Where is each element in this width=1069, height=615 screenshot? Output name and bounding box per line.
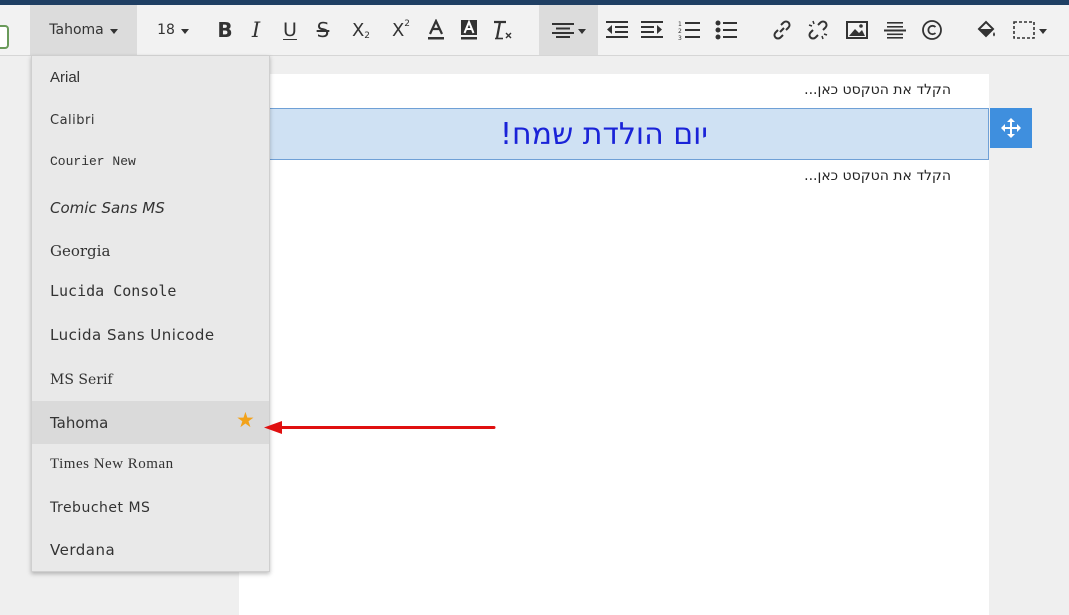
copyright-icon [922, 20, 942, 40]
background-color-button[interactable] [457, 5, 481, 55]
move-icon [1001, 118, 1021, 138]
bold-button[interactable]: B [212, 5, 238, 55]
chevron-down-icon [1039, 28, 1047, 34]
subscript-mark: 2 [364, 31, 371, 41]
heading-text[interactable]: יום הולדת שמח! [500, 117, 728, 152]
font-option-verdana[interactable]: Verdana [32, 528, 269, 571]
border-dashed-icon [1013, 21, 1035, 39]
superscript-icon: X [391, 19, 405, 41]
special-character-button[interactable] [919, 5, 945, 55]
align-center-icon [551, 23, 574, 38]
font-option-arial[interactable]: Arial [32, 56, 269, 99]
superscript-button[interactable]: X2 [386, 5, 416, 55]
placeholder-text-top[interactable]: הקלד את הטקסט כאן... [804, 82, 951, 98]
chevron-down-icon [109, 28, 118, 34]
paint-bucket-icon [977, 20, 995, 38]
heading-block[interactable]: יום הולדת שמח! [239, 108, 989, 160]
font-family-menu: Arial Calibri Courier New Comic Sans MS … [31, 55, 270, 572]
align-center-dropdown[interactable] [539, 5, 598, 55]
insert-link-button[interactable] [769, 5, 795, 55]
bold-icon: B [217, 18, 233, 42]
font-option-label: Georgia [50, 241, 111, 260]
clear-format-button[interactable] [490, 5, 516, 55]
clear-format-icon [494, 20, 512, 40]
font-option-times-new-roman[interactable]: Times New Roman [32, 443, 269, 486]
font-option-label: MS Serif [50, 371, 113, 388]
bulleted-list-icon [715, 20, 737, 40]
subscript-button[interactable]: X2 [346, 5, 376, 55]
font-size-dropdown[interactable]: 18 [147, 5, 199, 55]
font-option-courier-new[interactable]: Courier New [32, 140, 269, 183]
editor-toolbar: Tahoma 18 B I U S X2 X2 123 [0, 5, 1069, 56]
text-color-button[interactable] [424, 5, 448, 55]
font-option-label: Tahoma [50, 413, 109, 432]
outdent-button[interactable] [604, 5, 630, 55]
font-option-tahoma[interactable]: Tahoma [32, 401, 269, 444]
superscript-mark: 2 [404, 19, 411, 29]
italic-icon: I [251, 18, 261, 42]
font-option-lucida-sans-unicode[interactable]: Lucida Sans Unicode [32, 313, 269, 356]
insert-image-button[interactable] [844, 5, 870, 55]
font-option-georgia[interactable]: Georgia [32, 229, 269, 272]
fill-color-button[interactable] [972, 5, 1000, 55]
border-style-dropdown[interactable] [1008, 5, 1052, 55]
unlink-icon [808, 20, 828, 40]
svg-text:1: 1 [678, 21, 682, 28]
svg-text:2: 2 [678, 28, 682, 35]
bulleted-list-button[interactable] [713, 5, 739, 55]
font-family-dropdown[interactable]: Tahoma [30, 5, 137, 55]
font-option-label: Lucida Console [50, 281, 177, 300]
text-color-icon [428, 19, 444, 40]
star-icon[interactable]: ★ [236, 410, 255, 431]
pointer-arrow-annotation [264, 421, 496, 434]
background-color-icon [461, 19, 477, 40]
numbered-list-button[interactable]: 123 [676, 5, 702, 55]
document-page[interactable]: הקלד את הטקסט כאן... יום הולדת שמח! הקלד… [239, 74, 989, 615]
svg-text:3: 3 [678, 35, 682, 40]
subscript-icon: X [351, 19, 365, 41]
toolbar-left-control[interactable] [0, 25, 9, 49]
image-icon [846, 21, 868, 39]
font-option-calibri[interactable]: Calibri [32, 99, 269, 142]
font-option-lucida-console[interactable]: Lucida Console [32, 269, 269, 312]
font-option-label: Courier New [50, 154, 136, 169]
numbered-list-icon: 123 [678, 21, 700, 40]
underline-icon: U [283, 19, 297, 41]
chevron-down-icon [577, 28, 586, 34]
font-option-label: Calibri [50, 113, 95, 128]
placeholder-text-bottom[interactable]: הקלד את הטקסט כאן... [804, 168, 951, 184]
horizontal-rule-button[interactable] [882, 5, 908, 55]
font-family-value: Tahoma [49, 22, 104, 38]
chevron-down-icon [180, 28, 189, 34]
strikethrough-icon: S [316, 18, 330, 42]
font-option-label: Lucida Sans Unicode [50, 325, 215, 344]
outdent-icon [606, 21, 628, 38]
horizontal-rule-icon [884, 22, 906, 39]
move-block-handle[interactable] [990, 108, 1032, 148]
indent-button[interactable] [639, 5, 665, 55]
indent-icon [641, 21, 663, 38]
font-size-value: 18 [157, 22, 175, 38]
link-icon [773, 20, 791, 40]
font-option-ms-serif[interactable]: MS Serif [32, 358, 269, 401]
strikethrough-button[interactable]: S [310, 5, 336, 55]
italic-button[interactable]: I [243, 5, 269, 55]
font-option-label: Times New Roman [50, 456, 174, 472]
font-option-label: Arial [50, 69, 81, 86]
font-option-label: Trebuchet MS [50, 499, 151, 516]
unlink-button[interactable] [805, 5, 831, 55]
font-option-trebuchet-ms[interactable]: Trebuchet MS [32, 486, 269, 529]
underline-button[interactable]: U [277, 5, 303, 55]
font-option-label: Verdana [50, 540, 116, 559]
font-option-comic-sans-ms[interactable]: Comic Sans MS [32, 186, 269, 229]
font-option-label: Comic Sans MS [50, 198, 165, 217]
